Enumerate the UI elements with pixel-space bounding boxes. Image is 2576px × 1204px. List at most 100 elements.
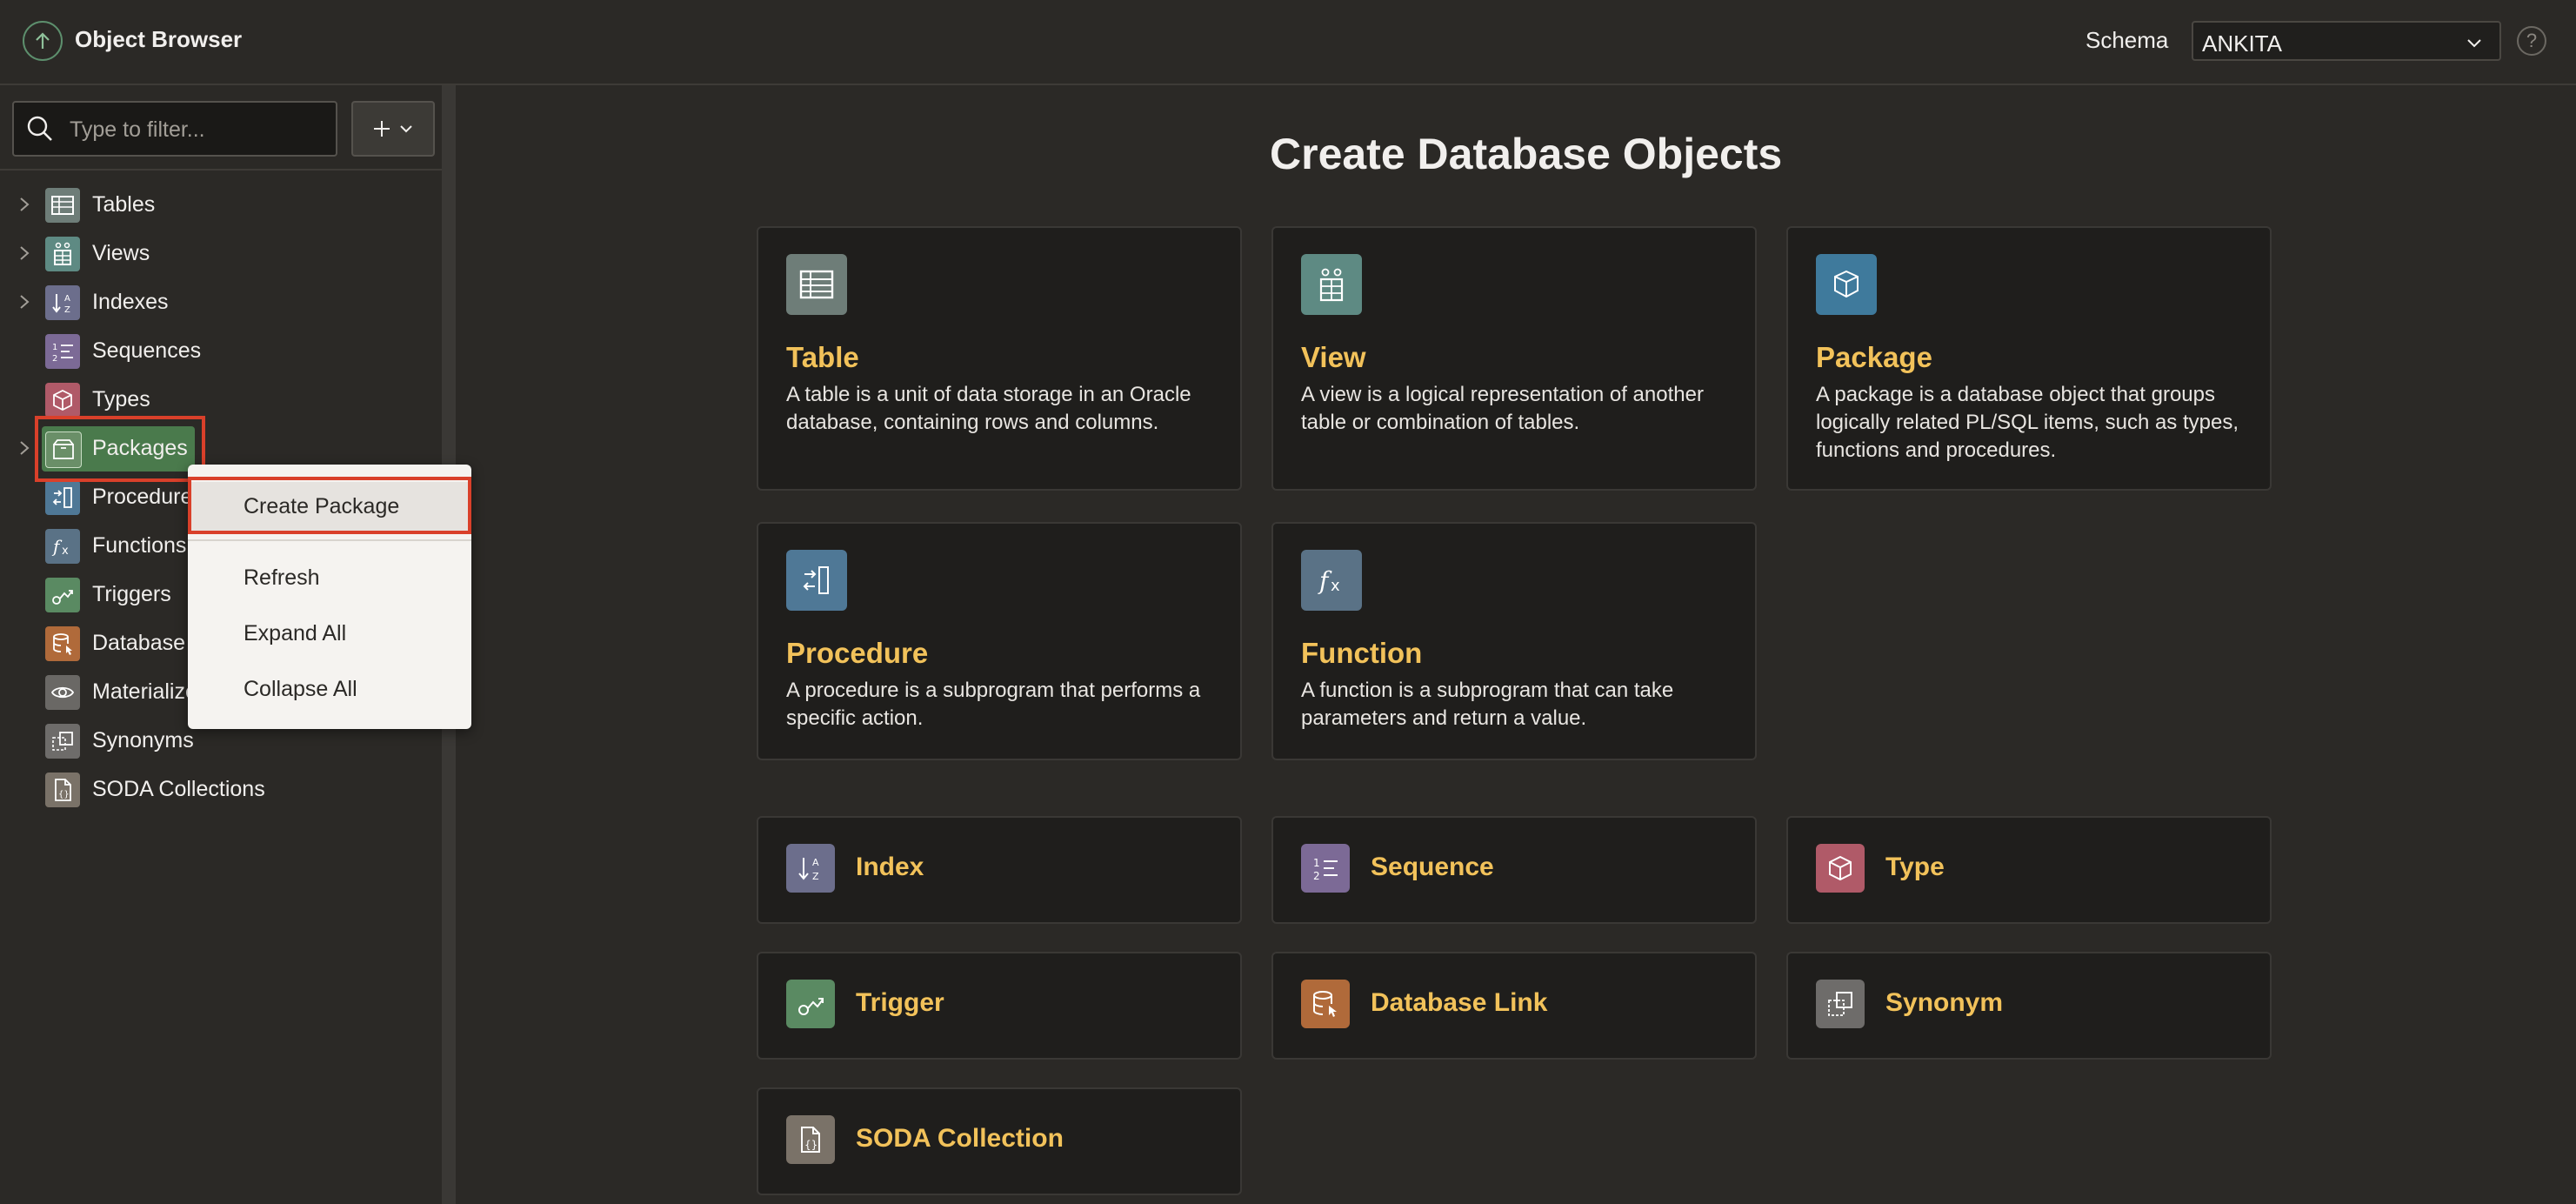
filter-input[interactable] [68, 103, 332, 157]
tree-item-views[interactable]: Views [0, 230, 442, 278]
card-trigger[interactable]: Trigger [757, 952, 1242, 1060]
menu-item-expand-all[interactable]: Expand All [188, 609, 471, 658]
tree-item-label: Synonyms [92, 728, 194, 752]
card-table[interactable]: Table A table is a unit of data storage … [757, 226, 1242, 491]
card-function[interactable]: fx Function A function is a subprogram t… [1271, 522, 1757, 760]
context-menu: Create Package Refresh Expand All Collap… [188, 465, 471, 729]
tree-item-label: Tables [92, 192, 156, 217]
function-icon: fx [45, 529, 80, 564]
card-soda-collection[interactable]: {} SODA Collection [757, 1087, 1242, 1195]
svg-text:{}: {} [58, 790, 70, 799]
arrow-up-icon [36, 32, 50, 49]
card-index[interactable]: AZ Index [757, 816, 1242, 924]
document-icon: {} [45, 773, 80, 807]
index-icon: AZ [45, 285, 80, 320]
menu-item-create-package[interactable]: Create Package [188, 482, 471, 531]
chevron-right-icon[interactable] [17, 244, 31, 263]
cube-icon [1816, 844, 1865, 893]
divider [0, 169, 442, 171]
svg-text:Z: Z [812, 871, 819, 882]
page-title: Object Browser [75, 26, 243, 52]
help-button[interactable]: ? [2517, 26, 2546, 56]
chevron-down-icon [400, 125, 412, 133]
plus-icon [374, 121, 390, 137]
tree-item-label: Packages [92, 436, 188, 460]
tree-item-label: Indexes [92, 290, 169, 314]
menu-divider [188, 539, 471, 541]
card-synonym[interactable]: Synonym [1786, 952, 2272, 1060]
card-title: Sequence [1371, 853, 1494, 881]
card-title: Function [1301, 637, 1423, 669]
tree-item-tables[interactable]: Tables [0, 181, 442, 230]
function-icon: fx [1301, 550, 1362, 611]
sequence-icon: 12 [45, 334, 80, 369]
svg-text:2: 2 [1313, 870, 1320, 882]
top-bar: Object Browser Schema ANKITA ? [0, 0, 2576, 85]
tree-item-label: Views [92, 241, 150, 265]
svg-text:1: 1 [52, 343, 57, 352]
search-icon [27, 116, 52, 141]
procedure-icon [45, 480, 80, 515]
document-icon: {} [786, 1115, 835, 1164]
menu-item-collapse-all[interactable]: Collapse All [188, 665, 471, 713]
svg-text:{}: {} [804, 1139, 818, 1151]
cube-icon [45, 383, 80, 418]
card-title: SODA Collection [856, 1124, 1064, 1153]
trigger-icon [45, 578, 80, 612]
table-icon [786, 254, 847, 315]
card-description: A table is a unit of data storage in an … [786, 383, 1191, 434]
chevron-right-icon[interactable] [17, 438, 31, 458]
schema-label: Schema [2085, 27, 2169, 53]
card-title: Database Link [1371, 988, 1548, 1017]
card-title: View [1301, 341, 1366, 373]
procedure-icon [786, 550, 847, 611]
database-link-icon [1301, 980, 1350, 1028]
svg-text:A: A [64, 294, 70, 304]
card-title: Table [786, 341, 859, 373]
tree-item-label: Procedures [92, 485, 204, 509]
card-title: Package [1816, 341, 1932, 373]
card-procedure[interactable]: Procedure A procedure is a subprogram th… [757, 522, 1242, 760]
card-title: Trigger [856, 988, 944, 1017]
trigger-icon [786, 980, 835, 1028]
svg-text:Z: Z [64, 305, 70, 315]
svg-text:x: x [1331, 577, 1340, 595]
table-icon [45, 188, 80, 223]
card-type[interactable]: Type [1786, 816, 2272, 924]
svg-text:2: 2 [52, 354, 57, 364]
tree-item-label: Triggers [92, 582, 171, 606]
card-title: Index [856, 853, 924, 881]
tree-item-label: Types [92, 387, 150, 411]
card-package[interactable]: Package A package is a database object t… [1786, 226, 2272, 491]
view-icon [45, 237, 80, 271]
tree-item-label: Functions [92, 533, 187, 558]
card-title: Type [1885, 853, 1945, 881]
schema-select[interactable]: ANKITA [2192, 21, 2501, 61]
chevron-right-icon[interactable] [17, 292, 31, 311]
tree-item-label: SODA Collections [92, 777, 265, 801]
card-description: A package is a database object that grou… [1816, 383, 2239, 462]
tree-item-types[interactable]: Types [0, 376, 442, 425]
card-description: A function is a subprogram that can take… [1301, 679, 1674, 730]
card-title: Synonym [1885, 988, 2004, 1017]
filter-field[interactable] [12, 101, 337, 157]
chevron-right-icon[interactable] [17, 195, 31, 214]
card-description: A view is a logical representation of an… [1301, 383, 1704, 434]
tree-item-label: Sequences [92, 338, 202, 363]
card-database-link[interactable]: Database Link [1271, 952, 1757, 1060]
tree-item-soda-collections[interactable]: {} SODA Collections [0, 766, 442, 814]
view-icon [1301, 254, 1362, 315]
svg-text:x: x [62, 545, 69, 558]
synonym-icon [45, 724, 80, 759]
package-icon [45, 431, 82, 468]
index-icon: AZ [786, 844, 835, 893]
menu-item-refresh[interactable]: Refresh [188, 553, 471, 602]
tree-item-indexes[interactable]: AZ Indexes [0, 278, 442, 327]
card-view[interactable]: View A view is a logical representation … [1271, 226, 1757, 491]
add-object-button[interactable] [351, 101, 435, 157]
main-heading: Create Database Objects [1270, 130, 1783, 178]
back-up-button[interactable] [23, 21, 63, 61]
eye-icon [45, 675, 80, 710]
tree-item-sequences[interactable]: 12 Sequences [0, 327, 442, 376]
card-sequence[interactable]: 12 Sequence [1271, 816, 1757, 924]
